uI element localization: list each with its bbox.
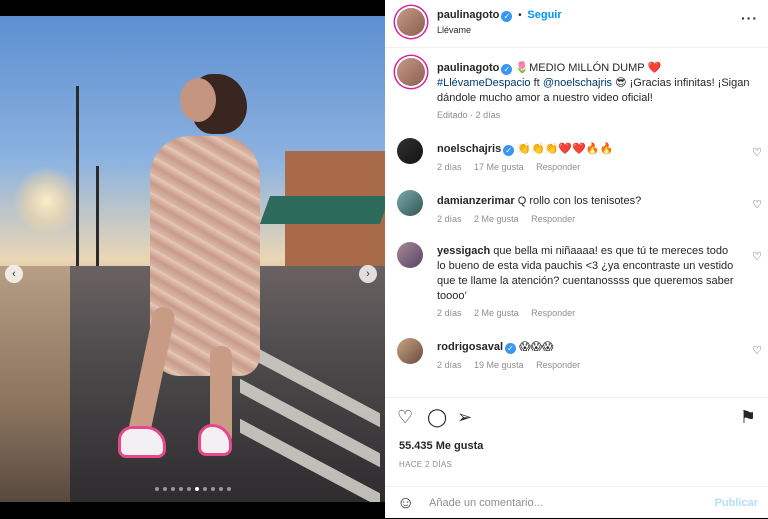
- comment-reply-button[interactable]: Responder: [531, 308, 575, 318]
- post-modal: ‹ › paulinagoto ✓ • Seguir Llévame ··· pa…: [0, 0, 768, 518]
- carousel-dot: [194, 487, 199, 491]
- comment-likes[interactable]: 19 Me gusta: [474, 360, 524, 370]
- add-comment-bar: ☺ Añade un comentario... Publicar: [385, 486, 768, 519]
- carousel-dot: [162, 487, 167, 491]
- comment-avatar[interactable]: [397, 242, 423, 268]
- caption-time[interactable]: 2 días: [476, 110, 501, 120]
- comment-body: 👏👏👏❤️❤️🔥🔥: [517, 143, 614, 155]
- carousel-dot: [178, 487, 183, 491]
- comment-icon[interactable]: ◯: [427, 407, 447, 427]
- post-date[interactable]: HACE 2 DÍAS: [399, 460, 452, 469]
- photo-head: [180, 78, 216, 122]
- post-photo: ‹ ›: [0, 16, 385, 502]
- photo-pole: [96, 166, 99, 276]
- comment-time[interactable]: 2 días: [437, 360, 462, 370]
- comment-text: yessigach que bella mi niñaaaa! es que t…: [437, 244, 737, 304]
- caption-dot: ·: [470, 110, 474, 120]
- carousel-dot: [186, 487, 191, 491]
- more-dots-icon[interactable]: ···: [741, 10, 758, 26]
- caption-text: paulinagoto ✓ 🌷MEDIO MILLÓN DUMP ❤️ #Llév…: [437, 61, 757, 106]
- heart-icon[interactable]: ♡: [752, 250, 762, 263]
- share-icon[interactable]: ➢: [457, 407, 472, 427]
- author-avatar[interactable]: [397, 8, 425, 36]
- comment-body: 😱😱😱: [519, 341, 554, 353]
- verified-icon: ✓: [501, 11, 513, 22]
- heart-icon[interactable]: ♡: [752, 198, 762, 211]
- author-row: paulinagoto ✓ • Seguir: [437, 9, 562, 22]
- comment-input[interactable]: Añade un comentario...: [429, 497, 543, 509]
- comment-reply-button[interactable]: Responder: [536, 360, 580, 370]
- comment-avatar[interactable]: [397, 138, 423, 164]
- post-actions: ♡ ◯ ➢ ⚑ 55.435 Me gusta HACE 2 DÍAS ☺ Añ…: [385, 397, 768, 517]
- comment-username[interactable]: noelschajris: [437, 143, 501, 155]
- caption-meta: Editado · 2 días: [437, 110, 500, 120]
- verified-icon: ✓: [503, 145, 515, 156]
- comment-time[interactable]: 2 días: [437, 308, 462, 318]
- photo-awning: [259, 196, 385, 224]
- comment-reply-button[interactable]: Responder: [536, 162, 580, 172]
- comment-meta: 2 días 19 Me gusta Responder: [437, 360, 590, 370]
- caption-ft: ft: [533, 77, 540, 89]
- emoji-icon[interactable]: ☺: [397, 493, 414, 513]
- verified-icon: ✓: [501, 64, 513, 75]
- comment-likes[interactable]: 17 Me gusta: [474, 162, 524, 172]
- carousel-dot: [154, 487, 159, 491]
- caption-username[interactable]: paulinagoto: [437, 62, 499, 74]
- post-side-panel: paulinagoto ✓ • Seguir Llévame ··· paulin…: [385, 0, 768, 518]
- carousel-dot: [170, 487, 175, 491]
- comment-meta: 2 días 17 Me gusta Responder: [437, 162, 590, 172]
- comment-likes[interactable]: 2 Me gusta: [474, 308, 519, 318]
- comment-avatar[interactable]: [397, 338, 423, 364]
- carousel-dots: [0, 487, 385, 491]
- comment-avatar[interactable]: [397, 190, 423, 216]
- carousel-next-icon[interactable]: ›: [359, 265, 377, 283]
- carousel-prev-icon[interactable]: ‹: [5, 265, 23, 283]
- caption-mention[interactable]: @noelschajris: [543, 77, 612, 89]
- comment-meta: 2 días 2 Me gusta Responder: [437, 214, 585, 224]
- comment-likes[interactable]: 2 Me gusta: [474, 214, 519, 224]
- comment-meta: 2 días 2 Me gusta Responder: [437, 308, 585, 318]
- heart-icon[interactable]: ♡: [752, 146, 762, 159]
- heart-icon[interactable]: ♡: [752, 344, 762, 357]
- photo-sun: [12, 166, 82, 236]
- carousel-dot: [218, 487, 223, 491]
- heart-icon[interactable]: ♡: [397, 407, 413, 427]
- separator-dot: •: [518, 10, 522, 21]
- verified-icon: ✓: [505, 343, 517, 354]
- follow-button[interactable]: Seguir: [527, 9, 561, 21]
- bookmark-icon[interactable]: ⚑: [740, 407, 756, 427]
- caption-edited: Editado: [437, 110, 468, 120]
- publish-button[interactable]: Publicar: [715, 497, 758, 509]
- carousel-dot: [202, 487, 207, 491]
- comment-body: Q rollo con los tenisotes?: [517, 195, 642, 207]
- carousel-dot: [210, 487, 215, 491]
- comment-reply-button[interactable]: Responder: [531, 214, 575, 224]
- comment-time[interactable]: 2 días: [437, 214, 462, 224]
- comment-text: damianzerimar Q rollo con los tenisotes?: [437, 194, 737, 209]
- likes-count[interactable]: 55.435 Me gusta: [399, 440, 483, 452]
- comment-time[interactable]: 2 días: [437, 162, 462, 172]
- caption-avatar[interactable]: [397, 58, 425, 86]
- carousel-dot: [226, 487, 231, 491]
- comment-text: noelschajris ✓ 👏👏👏❤️❤️🔥🔥: [437, 142, 737, 157]
- photo-sneaker: [118, 426, 166, 458]
- comment-text: rodrigosaval ✓ 😱😱😱: [437, 340, 737, 355]
- author-username[interactable]: paulinagoto: [437, 9, 499, 21]
- photo-sidewalk: [0, 266, 70, 502]
- post-location[interactable]: Llévame: [437, 25, 471, 35]
- comment-username[interactable]: rodrigosaval: [437, 341, 503, 353]
- comment-username[interactable]: damianzerimar: [437, 195, 515, 207]
- caption-line-1: 🌷MEDIO MILLÓN DUMP ❤️: [515, 62, 662, 74]
- comment-username[interactable]: yessigach: [437, 245, 490, 257]
- photo-pole: [76, 86, 79, 276]
- post-header: paulinagoto ✓ • Seguir Llévame ···: [385, 0, 768, 48]
- caption-hashtag[interactable]: #LlévameDespacio: [437, 77, 531, 89]
